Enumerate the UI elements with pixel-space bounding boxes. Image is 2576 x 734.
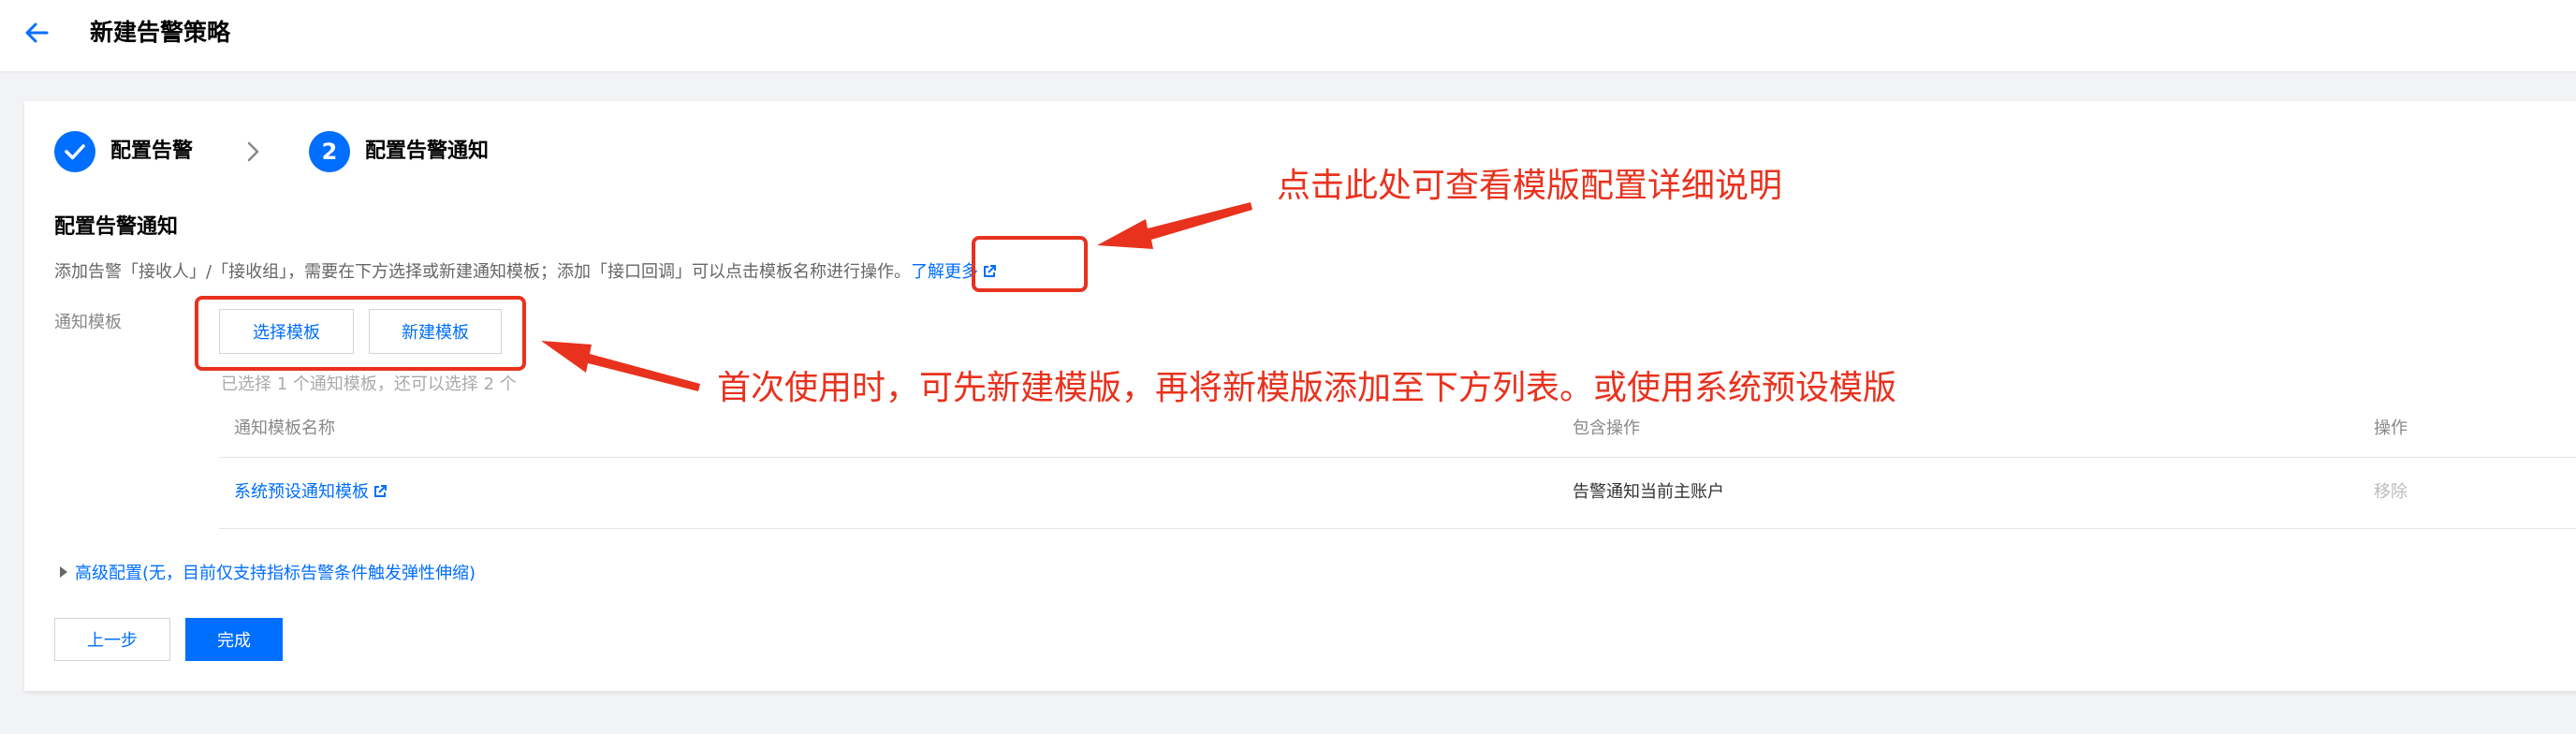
- annotation-arrow-top: [1097, 202, 1252, 249]
- annotation-arrow-bottom: [541, 341, 700, 391]
- annotation-text-bottom: 首次使用时，可先新建模版，再将新模版添加至下方列表。或使用系统预设模版: [717, 369, 1897, 407]
- annotation-text-top: 点击此处可查看模版配置详细说明: [1277, 167, 1783, 205]
